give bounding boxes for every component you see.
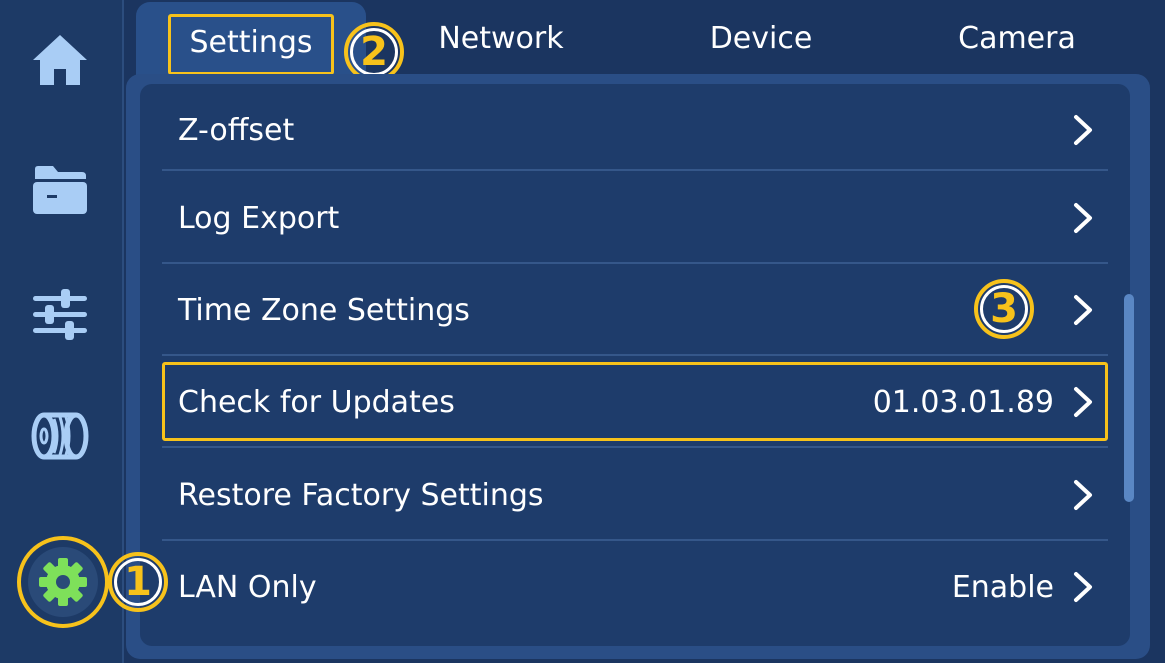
chevron-right-icon	[1074, 295, 1092, 325]
step-badge-one-number: 1	[124, 559, 152, 605]
step-badge-one: 1	[108, 552, 168, 612]
tab-device[interactable]: Device	[686, 0, 836, 78]
sidebar-item-settings[interactable]	[17, 536, 109, 628]
sidebar-item-filament[interactable]	[22, 398, 98, 474]
sidebar	[0, 0, 124, 663]
tab-network[interactable]: Network	[426, 0, 576, 78]
sidebar-item-home[interactable]	[22, 22, 98, 98]
home-icon	[33, 35, 87, 85]
gear-background	[28, 547, 98, 617]
divider	[162, 169, 1108, 171]
scrollbar[interactable]	[1124, 294, 1134, 502]
list-item-restore-factory-settings[interactable]: Restore Factory Settings	[162, 449, 1108, 541]
lan-only-status: Enable	[951, 569, 1054, 605]
tab-bar: Settings Network Device Camera	[126, 0, 1165, 76]
gear-icon	[39, 558, 87, 606]
tab-settings[interactable]: Settings	[168, 14, 334, 75]
list-item-lan-only[interactable]: LAN Only Enable	[162, 541, 1108, 633]
chevron-right-icon	[1074, 115, 1092, 145]
list-item-label: Z-offset	[178, 112, 295, 148]
tab-camera[interactable]: Camera	[942, 0, 1092, 78]
list-item-z-offset[interactable]: Z-offset	[162, 84, 1108, 176]
list-item-log-export[interactable]: Log Export	[162, 172, 1108, 264]
step-badge-three-ring: 3	[980, 285, 1028, 333]
step-badge-three-number: 3	[990, 286, 1018, 332]
folder-icon	[33, 166, 87, 214]
list-item-label: Restore Factory Settings	[178, 477, 544, 513]
step-badge-two: 2	[344, 22, 404, 82]
list-item-label: Log Export	[178, 200, 340, 236]
step-badge-three: 3	[974, 279, 1034, 339]
chevron-right-icon	[1074, 203, 1092, 233]
step-badge-one-ring: 1	[114, 558, 162, 606]
step-badge-two-ring: 2	[350, 28, 398, 76]
list-item-label: LAN Only	[178, 569, 317, 605]
highlight-check-for-updates	[162, 362, 1108, 441]
list-item-label: Time Zone Settings	[178, 292, 470, 328]
divider	[162, 446, 1108, 448]
chevron-right-icon	[1074, 572, 1092, 602]
sidebar-item-controls[interactable]	[22, 276, 98, 352]
filament-spool-icon	[31, 412, 89, 460]
chevron-right-icon	[1074, 480, 1092, 510]
sliders-icon	[33, 289, 87, 340]
sidebar-item-files[interactable]	[22, 152, 98, 228]
step-badge-two-number: 2	[360, 29, 388, 75]
list-item-time-zone-settings[interactable]: Time Zone Settings	[162, 264, 1108, 356]
settings-list: Z-offset Log Export Time Zone Settings C…	[140, 84, 1130, 646]
